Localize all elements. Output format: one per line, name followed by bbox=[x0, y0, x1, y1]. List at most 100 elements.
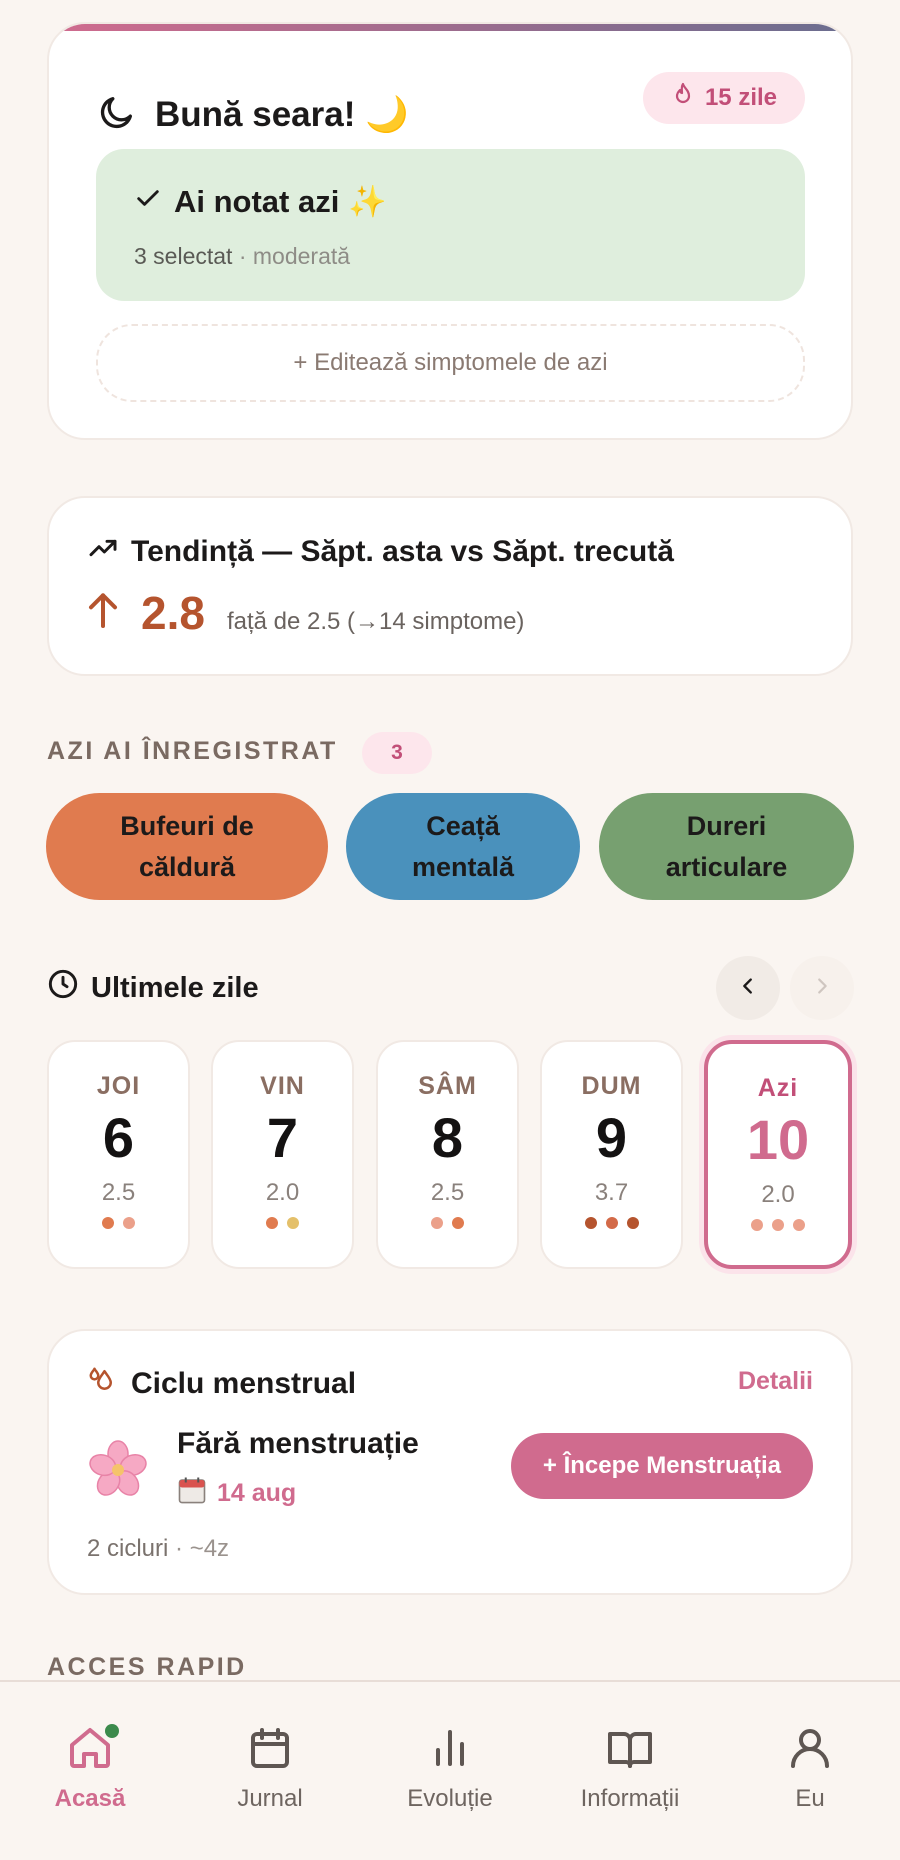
today-logged-heading: AZI AI ÎNREGISTRAT bbox=[47, 737, 338, 765]
day-card[interactable]: SÂM 8 2.5 bbox=[376, 1040, 519, 1269]
day-card[interactable]: DUM 9 3.7 bbox=[540, 1040, 683, 1269]
chevron-right-icon bbox=[811, 975, 833, 1002]
day-name: Azi bbox=[757, 1074, 799, 1102]
cycle-date: 14 aug bbox=[217, 1479, 297, 1507]
nav-profile[interactable]: Eu bbox=[720, 1724, 900, 1813]
day-dots bbox=[213, 1217, 352, 1229]
severity-dot bbox=[431, 1217, 443, 1229]
day-name: SÂM bbox=[418, 1072, 477, 1100]
logged-title: Ai notat azi ✨ bbox=[174, 184, 387, 219]
book-icon bbox=[606, 1732, 654, 1776]
drops-icon bbox=[87, 1365, 117, 1403]
severity-dot bbox=[605, 1217, 618, 1229]
logged-count: 3 selectat bbox=[134, 243, 233, 269]
trend-comparison: față de 2.5 (→14 simptome) bbox=[226, 608, 525, 635]
day-score: 2.0 bbox=[265, 1179, 300, 1206]
home-icon bbox=[66, 1728, 114, 1776]
symptom-chip-joint-pain[interactable]: Dureri articulare bbox=[599, 793, 854, 900]
cycle-details-link[interactable]: Detalii bbox=[738, 1367, 813, 1396]
prev-days-button[interactable] bbox=[716, 956, 780, 1020]
chip-line: Dureri bbox=[686, 810, 767, 841]
day-date: 7 bbox=[266, 1106, 299, 1169]
trend-card[interactable]: Tendință — Săpt. asta vs Săpt. trecută 2… bbox=[47, 496, 853, 676]
home-screen: Bună seara! 🌙 15 zile Ai notat azi ✨ 3 s… bbox=[0, 0, 900, 1860]
cycle-count: 2 cicluri bbox=[87, 1535, 169, 1562]
greeting-accent-bar bbox=[49, 24, 851, 31]
nav-label: Jurnal bbox=[237, 1785, 303, 1812]
day-score: 2.5 bbox=[101, 1179, 136, 1206]
logged-today-panel[interactable]: Ai notat azi ✨ 3 selectat · moderată bbox=[96, 149, 805, 301]
trend-value: 2.8 bbox=[141, 587, 205, 639]
chevron-left-icon bbox=[737, 975, 759, 1002]
day-dots bbox=[378, 1217, 517, 1229]
severity-dot bbox=[793, 1219, 805, 1231]
moon-icon bbox=[97, 92, 137, 137]
severity-dot bbox=[287, 1217, 299, 1229]
day-score: 2.0 bbox=[761, 1181, 795, 1208]
last-days-title: Ultimele zile bbox=[91, 971, 259, 1004]
day-name: DUM bbox=[581, 1072, 642, 1100]
day-date: 10 bbox=[746, 1108, 810, 1171]
quick-access-heading: ACCES RAPID bbox=[47, 1653, 247, 1681]
severity-dot bbox=[266, 1217, 278, 1229]
notification-dot bbox=[105, 1724, 119, 1738]
severity-dot bbox=[452, 1217, 464, 1229]
flame-icon bbox=[671, 82, 695, 115]
user-icon bbox=[786, 1729, 834, 1776]
chip-line: Ceață bbox=[426, 810, 500, 841]
severity-dot bbox=[123, 1217, 135, 1229]
cycle-status: Fără menstruație bbox=[177, 1427, 419, 1460]
next-days-button[interactable] bbox=[790, 956, 854, 1020]
severity-dot bbox=[772, 1219, 784, 1231]
streak-badge: 15 zile bbox=[642, 72, 805, 124]
symptom-chip-hot-flashes[interactable]: Bufeuri de căldură bbox=[46, 793, 328, 900]
greeting-title: Bună seara! 🌙 bbox=[155, 95, 409, 134]
calendar-icon bbox=[246, 1728, 294, 1776]
nav-journal[interactable]: Jurnal bbox=[180, 1724, 360, 1813]
day-score: 3.7 bbox=[594, 1179, 629, 1206]
day-score: 2.5 bbox=[430, 1179, 465, 1206]
chip-line: căldură bbox=[138, 851, 236, 882]
severity-dot bbox=[751, 1219, 763, 1231]
severity-dot bbox=[626, 1217, 639, 1229]
day-card-today[interactable]: Azi 10 2.0 bbox=[704, 1040, 852, 1269]
nav-label: Evoluție bbox=[407, 1785, 493, 1812]
nav-evolution[interactable]: Evoluție bbox=[360, 1724, 540, 1813]
calendar-icon bbox=[177, 1475, 207, 1512]
day-card[interactable]: JOI 6 2.5 bbox=[47, 1040, 190, 1269]
bar-chart-icon bbox=[426, 1730, 474, 1776]
severity-dot bbox=[102, 1217, 114, 1229]
day-dots bbox=[542, 1217, 681, 1229]
trend-title: Tendință — Săpt. asta vs Săpt. trecută bbox=[131, 535, 674, 568]
edit-symptoms-button[interactable]: + Editează simptomele de azi bbox=[96, 324, 805, 402]
today-logged-count: 3 bbox=[362, 732, 432, 774]
chip-line: Bufeuri de bbox=[120, 810, 254, 841]
day-date: 8 bbox=[431, 1106, 464, 1169]
day-dots bbox=[708, 1219, 848, 1231]
day-date: 9 bbox=[595, 1106, 628, 1169]
cycle-card: Ciclu menstrual Detalii Fără menstruație… bbox=[47, 1329, 853, 1595]
logged-severity: · moderată bbox=[238, 243, 351, 269]
streak-label: 15 zile bbox=[704, 84, 777, 111]
chip-line: mentală bbox=[411, 851, 515, 882]
day-card[interactable]: VIN 7 2.0 bbox=[211, 1040, 354, 1269]
start-period-button[interactable]: + Începe Menstruația bbox=[510, 1433, 813, 1499]
nav-label: Eu bbox=[795, 1785, 825, 1812]
day-name: VIN bbox=[260, 1072, 305, 1100]
day-name: JOI bbox=[96, 1072, 141, 1100]
bottom-nav: Acasă Jurnal Evoluție Informații Eu bbox=[0, 1680, 900, 1860]
nav-info[interactable]: Informații bbox=[540, 1724, 720, 1813]
severity-dot bbox=[584, 1217, 597, 1229]
flower-icon bbox=[87, 1439, 149, 1506]
check-icon bbox=[134, 184, 162, 220]
nav-label: Acasă bbox=[54, 1785, 126, 1812]
greeting-card: Bună seara! 🌙 15 zile Ai notat azi ✨ 3 s… bbox=[47, 22, 853, 440]
day-date: 6 bbox=[102, 1106, 135, 1169]
cycle-average: · ~4z bbox=[175, 1535, 230, 1562]
cycle-title: Ciclu menstrual bbox=[131, 1367, 357, 1400]
symptom-chip-brain-fog[interactable]: Ceață mentală bbox=[346, 793, 580, 900]
trending-up-icon bbox=[87, 532, 119, 572]
nav-label: Informații bbox=[580, 1785, 680, 1812]
nav-home[interactable]: Acasă bbox=[0, 1724, 180, 1813]
day-dots bbox=[49, 1217, 188, 1229]
